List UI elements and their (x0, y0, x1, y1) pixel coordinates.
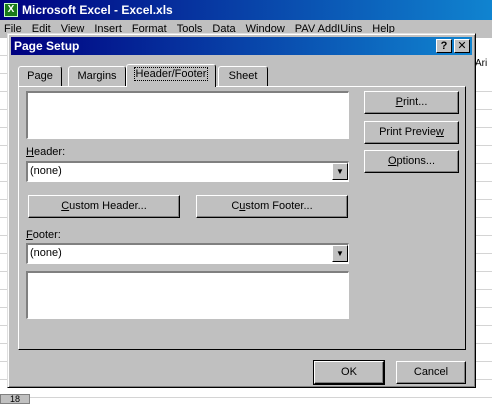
footer-preview (26, 271, 349, 319)
tab-margins-label: Margins (77, 70, 117, 82)
page-setup-dialog: Page Setup ? ✕ Page Margins Header/Foote… (7, 33, 476, 388)
header-preview (26, 91, 349, 139)
header-footer-panel: Header: (none) ▼ Custom Header... Custom… (18, 86, 466, 350)
header-dropdown-value: (none) (30, 165, 62, 177)
footer-dropdown[interactable]: (none) ▼ (26, 243, 349, 264)
footer-label: Footer: (26, 229, 61, 241)
cancel-button[interactable]: Cancel (396, 361, 466, 384)
options-button[interactable]: Options... (364, 150, 459, 173)
chevron-down-icon[interactable]: ▼ (332, 245, 348, 262)
print-preview-button[interactable]: Print Preview (364, 121, 459, 144)
tab-page-label: Page (27, 70, 53, 82)
tab-header-footer-label: Header/Footer (133, 67, 209, 81)
app-title: Microsoft Excel - Excel.xls (22, 3, 173, 17)
chevron-down-icon[interactable]: ▼ (332, 163, 348, 180)
dialog-title: Page Setup (14, 39, 80, 53)
tab-margins[interactable]: Margins (68, 66, 126, 86)
print-button[interactable]: Print... (364, 91, 459, 114)
header-dropdown[interactable]: (none) ▼ (26, 161, 349, 182)
custom-header-button[interactable]: Custom Header... (28, 195, 180, 218)
custom-footer-button[interactable]: Custom Footer... (196, 195, 348, 218)
dialog-title-bar: Page Setup ? ✕ (11, 37, 472, 55)
excel-app-icon: X (4, 3, 18, 17)
row-header: 18 (0, 394, 30, 404)
tab-sheet-label: Sheet (228, 70, 258, 82)
header-label: Header: (26, 146, 66, 158)
close-button[interactable]: ✕ (454, 39, 470, 53)
tab-page[interactable]: Page (18, 66, 62, 86)
tab-header-footer[interactable]: Header/Footer (126, 64, 216, 87)
footer-dropdown-value: (none) (30, 247, 62, 259)
ok-button[interactable]: OK (313, 360, 385, 385)
help-button[interactable]: ? (436, 39, 452, 53)
tab-sheet[interactable]: Sheet (218, 66, 268, 86)
app-title-bar: X Microsoft Excel - Excel.xls (0, 0, 492, 20)
